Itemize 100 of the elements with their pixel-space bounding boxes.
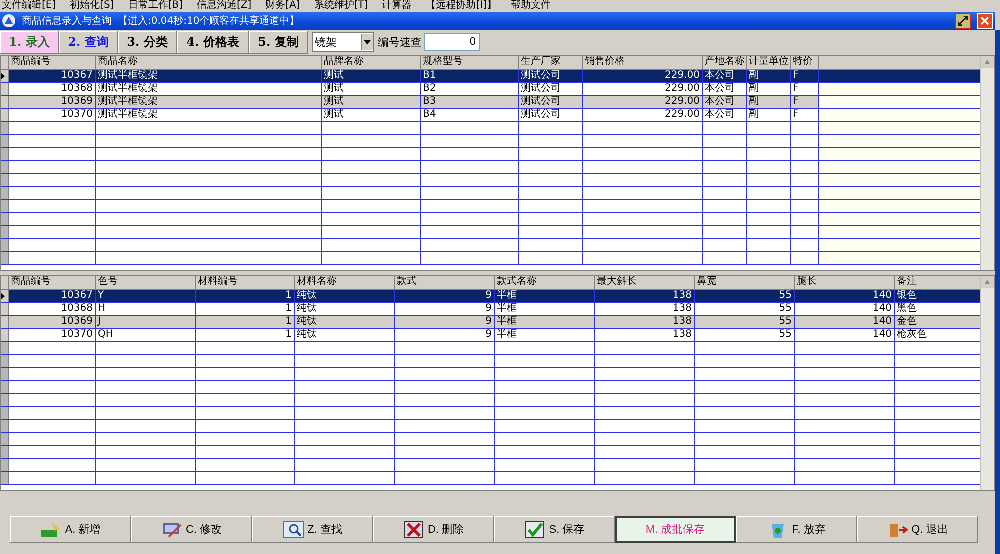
table-cell: 140 bbox=[795, 290, 895, 302]
column-header[interactable]: 计量单位 bbox=[747, 56, 791, 69]
tab[interactable]: 4. 价格表 bbox=[177, 30, 249, 54]
toolbar-button[interactable]: D. 删除 bbox=[373, 516, 494, 543]
table-cell: 副 bbox=[747, 70, 791, 82]
empty-row[interactable] bbox=[1, 213, 980, 226]
toolbar-button[interactable]: Q. 退出 bbox=[857, 516, 978, 543]
tab[interactable]: 1. 录入 bbox=[0, 30, 59, 54]
column-header[interactable]: 色号 bbox=[96, 276, 196, 289]
tab[interactable]: 5. 复制 bbox=[249, 30, 308, 54]
empty-row[interactable] bbox=[1, 381, 980, 394]
table-cell: 10368 bbox=[9, 303, 96, 315]
toolbar-button[interactable]: F. 放弃 bbox=[736, 516, 857, 543]
empty-row[interactable] bbox=[1, 420, 980, 433]
table-cell: 测试 bbox=[322, 96, 421, 108]
empty-row[interactable] bbox=[1, 148, 980, 161]
table-cell: 140 bbox=[795, 316, 895, 328]
toolbar-button[interactable]: Z. 查找 bbox=[252, 516, 373, 543]
table-row[interactable]: 10369 测试半框镜架 测试 B3 测试公司 229.00 本公司 副 F bbox=[1, 96, 980, 109]
pencil-tray-icon bbox=[40, 520, 62, 538]
column-header[interactable]: 材料名称 bbox=[295, 276, 395, 289]
empty-row[interactable] bbox=[1, 433, 980, 446]
tab[interactable]: 3. 分类 bbox=[118, 30, 177, 54]
vertical-scrollbar[interactable] bbox=[980, 276, 994, 490]
column-header[interactable]: 销售价格 bbox=[583, 56, 703, 69]
column-header[interactable]: 品牌名称 bbox=[322, 56, 421, 69]
scroll-up-icon[interactable] bbox=[981, 56, 994, 68]
empty-row[interactable] bbox=[1, 239, 980, 252]
empty-row[interactable] bbox=[1, 226, 980, 239]
vertical-scrollbar[interactable] bbox=[980, 56, 994, 270]
table-row[interactable]: 10368 测试半框镜架 测试 B2 测试公司 229.00 本公司 副 F bbox=[1, 83, 980, 96]
table-cell: 55 bbox=[695, 329, 795, 341]
resize-button[interactable] bbox=[955, 13, 971, 29]
table-cell: 9 bbox=[395, 329, 495, 341]
app-logo-icon bbox=[2, 14, 16, 28]
table-cell: 10370 bbox=[9, 109, 96, 121]
table-cell: 10367 bbox=[9, 70, 96, 82]
empty-row[interactable] bbox=[1, 252, 980, 265]
column-header[interactable]: 款式名称 bbox=[495, 276, 595, 289]
column-header[interactable]: 特价 bbox=[791, 56, 819, 69]
empty-row[interactable] bbox=[1, 161, 980, 174]
empty-row[interactable] bbox=[1, 135, 980, 148]
menu-item[interactable]: 计算器 bbox=[382, 0, 412, 12]
toolbar-button[interactable]: M. 成批保存 bbox=[615, 516, 736, 543]
table-row[interactable]: 10369 J 1 纯钛 9 半框 138 55 140 金色 bbox=[1, 316, 980, 329]
quick-search-field[interactable]: 0 bbox=[424, 33, 480, 51]
empty-row[interactable] bbox=[1, 472, 980, 485]
column-header[interactable]: 款式 bbox=[395, 276, 495, 289]
scroll-up-icon[interactable] bbox=[981, 276, 994, 288]
table-cell: 1 bbox=[196, 329, 295, 341]
table-cell: Y bbox=[96, 290, 196, 302]
toolbar-button[interactable]: C. 修改 bbox=[131, 516, 252, 543]
table-cell: 测试公司 bbox=[519, 96, 583, 108]
empty-row[interactable] bbox=[1, 355, 980, 368]
empty-row[interactable] bbox=[1, 187, 980, 200]
row-header[interactable] bbox=[1, 70, 9, 82]
status-text: 【进入:0.04秒:10个顾客在共享通道中】 bbox=[118, 14, 300, 28]
empty-row[interactable] bbox=[1, 342, 980, 355]
menu-item[interactable]: 信息沟通[Z] bbox=[196, 0, 252, 12]
empty-row[interactable] bbox=[1, 122, 980, 135]
checkmark-icon bbox=[524, 520, 546, 538]
table-row[interactable]: 10367 测试半框镜架 测试 B1 测试公司 229.00 本公司 副 F bbox=[1, 70, 980, 83]
table-cell: 半框 bbox=[495, 329, 595, 341]
table-row[interactable]: 10368 H 1 纯钛 9 半框 138 55 140 黑色 bbox=[1, 303, 980, 316]
table-cell: QH bbox=[96, 329, 196, 341]
table-cell: 半框 bbox=[495, 290, 595, 302]
table-cell: 纯钛 bbox=[295, 316, 395, 328]
table-cell: B3 bbox=[421, 96, 519, 108]
empty-row[interactable] bbox=[1, 446, 980, 459]
menu-item[interactable]: 【远程协助[I]】 bbox=[426, 0, 497, 12]
table-cell: 纯钛 bbox=[295, 303, 395, 315]
empty-row[interactable] bbox=[1, 459, 980, 472]
toolbar-button[interactable]: S. 保存 bbox=[494, 516, 615, 543]
close-button[interactable] bbox=[977, 13, 993, 29]
menu-item[interactable]: 日常工作[B] bbox=[128, 0, 183, 12]
table-cell: 本公司 bbox=[703, 83, 747, 95]
empty-row[interactable] bbox=[1, 394, 980, 407]
table-cell: J bbox=[96, 316, 196, 328]
table-cell: 1 bbox=[196, 303, 295, 315]
table-cell: 138 bbox=[595, 303, 695, 315]
column-header[interactable]: 腿长 bbox=[795, 276, 895, 289]
table-cell: 229.00 bbox=[583, 109, 703, 121]
table-cell: 本公司 bbox=[703, 70, 747, 82]
toolbar-button[interactable]: A. 新增 bbox=[10, 516, 131, 543]
column-header[interactable]: 材料编号 bbox=[196, 276, 295, 289]
table-cell: F bbox=[791, 70, 819, 82]
tab[interactable]: 2. 查询 bbox=[59, 30, 118, 54]
category-dropdown[interactable]: 镜架 bbox=[312, 32, 374, 52]
table-cell: 1 bbox=[196, 316, 295, 328]
column-header[interactable]: 规格型号 bbox=[421, 56, 519, 69]
menu-item[interactable]: 财务[A] bbox=[266, 0, 300, 12]
empty-row[interactable] bbox=[1, 174, 980, 187]
table-row[interactable]: 10370 测试半框镜架 测试 B4 测试公司 229.00 本公司 副 F bbox=[1, 109, 980, 122]
column-header[interactable]: 最大斜长 bbox=[595, 276, 695, 289]
empty-row[interactable] bbox=[1, 200, 980, 213]
table-row[interactable]: 10370 QH 1 纯钛 9 半框 138 55 140 枪灰色 bbox=[1, 329, 980, 342]
row-header[interactable] bbox=[1, 290, 9, 302]
empty-row[interactable] bbox=[1, 407, 980, 420]
empty-row[interactable] bbox=[1, 368, 980, 381]
table-row[interactable]: 10367 Y 1 纯钛 9 半框 138 55 140 银色 bbox=[1, 290, 980, 303]
